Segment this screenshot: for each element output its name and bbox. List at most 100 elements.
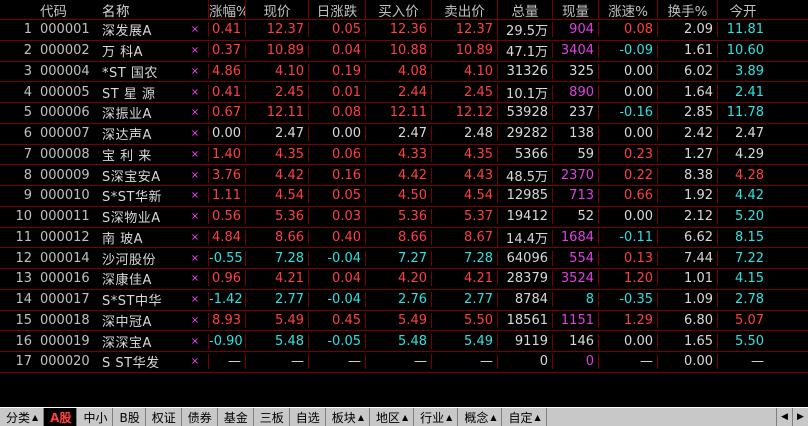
- table-row[interactable]: 11 000012 南 玻A × 4.84 8.66 0.40 8.66 8.67 14.4万 16…: [0, 227, 808, 249]
- total-volume: 28379: [497, 271, 552, 287]
- tab-0[interactable]: 分类 ▲: [0, 408, 45, 426]
- speed-pct: —: [598, 354, 657, 370]
- table-row[interactable]: 12 000014 沙河股份 × -0.55 7.28 -0.04 7.27 7.28 64096…: [0, 248, 808, 269]
- turnover-pct: 6.62: [657, 229, 717, 245]
- price: —: [245, 354, 308, 370]
- stock-code: 000002: [40, 43, 90, 59]
- table-row[interactable]: 16 000019 深深宝A × -0.90 5.48 -0.05 5.48 5.49 9119 1…: [0, 331, 808, 352]
- table-row[interactable]: 1 000001 深发展A × 0.41 12.37 0.05 12.36 12.37 29.5万…: [0, 20, 808, 41]
- stock-code: 000001: [40, 22, 90, 38]
- row-index: 8: [23, 167, 32, 183]
- chevron-left-icon: ◀: [781, 412, 788, 422]
- tab-11[interactable]: 行业 ▲: [414, 408, 459, 426]
- row-mark: ×: [190, 190, 200, 202]
- change-pct: 4.84: [208, 229, 245, 245]
- tab-1[interactable]: A股: [44, 408, 78, 426]
- bid-price: 5.49: [365, 312, 431, 328]
- change-pct: -1.42: [208, 292, 245, 308]
- table-row[interactable]: 15 000018 深中冠A × 8.93 5.49 0.45 5.49 5.50 18561 11…: [0, 311, 808, 332]
- tab-5[interactable]: 债券: [181, 408, 218, 426]
- price: 4.35: [245, 146, 308, 162]
- bid-price: 4.42: [365, 167, 431, 183]
- turnover-pct: 1.61: [657, 43, 717, 59]
- tab-6[interactable]: 基金: [217, 408, 254, 426]
- ask-price: 5.37: [431, 209, 497, 225]
- tab-8[interactable]: 自选: [289, 408, 326, 426]
- row-mark: ×: [190, 356, 200, 368]
- tab-bar-filler: [547, 408, 776, 426]
- change-pct: 0.56: [208, 209, 245, 225]
- tab-12[interactable]: 概念 ▲: [458, 408, 503, 426]
- ask-price: 7.28: [431, 250, 497, 266]
- turnover-pct: 2.09: [657, 22, 717, 38]
- stock-name: 南 玻A: [102, 231, 144, 247]
- stock-code: 000005: [40, 84, 90, 100]
- table-row[interactable]: 17 000020 S ST华发 × — — — — —0 0—0.00—: [0, 352, 808, 373]
- stock-name: S*ST华新: [102, 190, 162, 206]
- change-pct: —: [208, 354, 245, 370]
- price: 4.42: [245, 167, 308, 183]
- header-col-turnover[interactable]: 换手%: [657, 0, 717, 20]
- table-row[interactable]: 8 000009 S深宝安A × 3.76 4.42 0.16 4.42 4.43 48.5万 23…: [0, 165, 808, 186]
- bid-price: 2.47: [365, 126, 431, 142]
- table-row[interactable]: 2 000002 万 科A × 0.37 10.89 0.04 10.88 10.89 47.1万…: [0, 41, 808, 62]
- scroll-right-button[interactable]: ▶: [792, 408, 808, 426]
- header-col-volume[interactable]: 总量: [497, 0, 552, 20]
- header-col-code[interactable]: 代码: [38, 0, 96, 20]
- open-price: 4.15: [717, 271, 768, 287]
- change-pct: 0.41: [208, 22, 245, 38]
- turnover-pct: 0.00: [657, 354, 717, 370]
- tab-3[interactable]: B股: [113, 408, 146, 426]
- tab-10[interactable]: 地区 ▲: [369, 408, 415, 426]
- tab-label: 分类: [6, 411, 31, 425]
- open-price: 5.50: [717, 333, 768, 349]
- header-col-bid[interactable]: 买入价: [365, 0, 431, 20]
- speed-pct: -0.35: [598, 292, 657, 308]
- stock-code: 000018: [40, 312, 90, 328]
- table-row[interactable]: 9 000010 S*ST华新 × 1.11 4.54 0.05 4.50 4.54 12985 7…: [0, 186, 808, 207]
- table-row[interactable]: 14 000017 S*ST中华 × -1.42 2.77 -0.04 2.76 2.77 878…: [0, 290, 808, 311]
- tab-9[interactable]: 板块 ▲: [325, 408, 370, 426]
- open-price: 7.22: [717, 250, 768, 266]
- header-col-open[interactable]: 今开: [717, 0, 768, 20]
- tab-13[interactable]: 自定 ▲: [502, 408, 547, 426]
- stock-code: 000008: [40, 146, 90, 162]
- table-row[interactable]: 5 000006 深振业A × 0.67 12.11 0.08 12.11 12.12 53928…: [0, 103, 808, 124]
- turnover-pct: 1.27: [657, 146, 717, 162]
- change-pct: 1.11: [208, 188, 245, 204]
- tab-4[interactable]: 权证: [145, 408, 182, 426]
- change: 0.08: [308, 105, 365, 121]
- tab-2[interactable]: 中小: [77, 408, 114, 426]
- speed-pct: 1.20: [598, 271, 657, 287]
- stock-name: 深康佳A: [102, 273, 152, 289]
- header-col-ask[interactable]: 卖出价: [431, 0, 497, 20]
- table-row[interactable]: 6 000007 深达声A × 0.00 2.47 0.00 2.47 2.48 29282 138…: [0, 124, 808, 145]
- header-col-name[interactable]: 名称: [96, 0, 182, 20]
- turnover-pct: 2.42: [657, 126, 717, 142]
- turnover-pct: 1.64: [657, 84, 717, 100]
- row-index: 4: [23, 84, 32, 100]
- tab-7[interactable]: 三板: [253, 408, 290, 426]
- total-volume: 18561: [497, 312, 552, 328]
- price: 2.77: [245, 292, 308, 308]
- row-index: 6: [23, 126, 32, 142]
- current-volume: 8: [552, 292, 598, 308]
- header-col-speed[interactable]: 涨速%: [598, 0, 657, 20]
- stock-name: *ST 国农: [102, 65, 158, 81]
- table-row[interactable]: 7 000008 宝 利 来 × 1.40 4.35 0.06 4.33 4.35 5366 59 0…: [0, 145, 808, 166]
- table-row[interactable]: 10 000011 S深物业A × 0.56 5.36 0.03 5.36 5.37 19412 5…: [0, 207, 808, 228]
- row-mark: ×: [190, 45, 200, 57]
- current-volume: 1684: [552, 229, 598, 245]
- stock-name: 深达声A: [102, 128, 152, 144]
- header-col-change[interactable]: 日涨跌: [308, 0, 365, 20]
- table-row[interactable]: 4 000005 ST 星 源 × 0.41 2.45 0.01 2.44 2.45 10.1万 8…: [0, 82, 808, 103]
- table-row[interactable]: 13 000016 深康佳A × 0.96 4.21 0.04 4.20 4.21 28379 35…: [0, 269, 808, 290]
- scroll-left-button[interactable]: ◀: [776, 408, 792, 426]
- header-col-current-volume[interactable]: 现量: [552, 0, 598, 20]
- table-row[interactable]: 3 000004 *ST 国农 × 4.86 4.10 0.19 4.08 4.10 31326 3…: [0, 62, 808, 83]
- header-col-price[interactable]: 现价: [245, 0, 308, 20]
- ask-price: 4.10: [431, 63, 497, 79]
- total-volume: 29.5万: [497, 20, 552, 40]
- total-volume: 19412: [497, 209, 552, 225]
- header-col-change-pct[interactable]: 涨幅%: [208, 0, 245, 20]
